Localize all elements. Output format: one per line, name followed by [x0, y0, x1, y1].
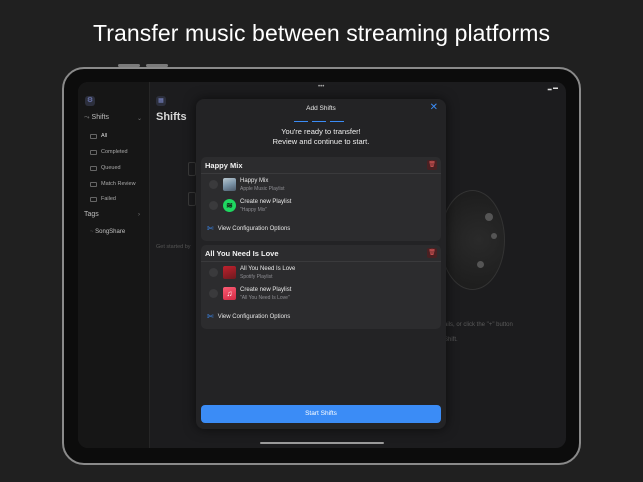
- trash-icon[interactable]: 🗑: [427, 248, 437, 258]
- destination-row[interactable]: ♫ Create new Playlist "All You Need Is L…: [201, 283, 441, 305]
- playlist-artwork: [223, 178, 236, 191]
- wrench-icon: ✄: [207, 312, 214, 321]
- playlist-artwork: [223, 266, 236, 279]
- destination-playlist: "All You Need Is Love": [240, 294, 290, 301]
- modal-title: Add Shifts: [306, 105, 336, 112]
- sidebar-toggle-icon[interactable]: ▦: [156, 96, 166, 106]
- close-icon[interactable]: ✕: [430, 102, 438, 113]
- vinyl-illustration: [440, 190, 505, 290]
- status-indicator: [209, 268, 218, 277]
- folder-icon: [90, 165, 97, 171]
- shifts-icon: ⤳: [84, 114, 92, 121]
- placeholder-shape: [188, 162, 196, 176]
- wrench-icon: ✄: [207, 224, 214, 233]
- spotify-icon: ≋: [223, 199, 236, 212]
- shift-card: All You Need Is Love 🗑 All You Need Is L…: [201, 245, 441, 329]
- source-name: Happy Mix: [240, 178, 269, 184]
- sidebar-section-tags[interactable]: Tags: [84, 211, 99, 218]
- home-indicator[interactable]: [260, 442, 384, 444]
- destination-row[interactable]: ≋ Create new Playlist "Happy Mix": [201, 195, 441, 217]
- source-name: All You Need Is Love: [240, 266, 296, 272]
- card-title: Happy Mix: [205, 161, 243, 170]
- sidebar-item-failed[interactable]: Failed: [90, 195, 116, 203]
- view-config-button[interactable]: ✄ View Configuration Options: [207, 224, 290, 233]
- gear-icon[interactable]: ⚙: [85, 96, 95, 106]
- folder-icon: [90, 181, 97, 187]
- start-shifts-button[interactable]: Start Shifts: [201, 405, 441, 423]
- placeholder-shape: [188, 192, 196, 206]
- sidebar-item-completed[interactable]: Completed: [90, 148, 128, 156]
- add-shifts-modal: Add Shifts ✕ You're ready to transfer! R…: [196, 99, 446, 429]
- modal-header: Add Shifts ✕: [196, 99, 446, 119]
- folder-icon: [90, 149, 97, 155]
- source-row[interactable]: All You Need Is Love Spotify Playlist: [201, 261, 441, 283]
- step-progress: [294, 121, 344, 122]
- destination-playlist: "Happy Mix": [240, 206, 268, 213]
- sidebar-item-match-review[interactable]: Match Review: [90, 180, 136, 188]
- source-type: Spotify Playlist: [240, 273, 273, 280]
- sidebar-item-songshare[interactable]: ~ SongShare: [90, 229, 125, 235]
- shift-card: Happy Mix 🗑 Happy Mix Apple Music Playli…: [201, 157, 441, 241]
- sidebar: ⚙ ⤳ Shifts ⌄ All Completed Queued Match …: [78, 82, 150, 448]
- status-indicator: [209, 289, 218, 298]
- destination-name: Create new Playlist: [240, 287, 292, 293]
- trash-icon[interactable]: 🗑: [427, 160, 437, 170]
- view-config-button[interactable]: ✄ View Configuration Options: [207, 312, 290, 321]
- chevron-down-icon[interactable]: ⌄: [137, 115, 142, 122]
- headline: Transfer music between streaming platfor…: [92, 20, 551, 46]
- ipad-screen: 9:41 AM Tue Jan 9 ••• ▂ ▬ ⚙ ⤳ Shifts ⌄ A…: [78, 82, 566, 448]
- empty-state-text: ails, or click the "+" button Shift.: [444, 322, 513, 343]
- sidebar-section-shifts[interactable]: ⤳ Shifts: [84, 114, 109, 122]
- ready-message: You're ready to transfer! Review and con…: [272, 127, 370, 146]
- status-indicator: [209, 201, 218, 210]
- chevron-right-icon[interactable]: ›: [138, 212, 140, 218]
- folder-icon: [90, 133, 97, 139]
- source-type: Apple Music Playlist: [240, 185, 285, 192]
- destination-name: Create new Playlist: [240, 199, 292, 205]
- page-title: Shifts: [156, 111, 187, 123]
- card-title: All You Need Is Love: [205, 249, 279, 258]
- apple-music-icon: ♫: [223, 287, 236, 300]
- sidebar-item-all[interactable]: All: [90, 132, 107, 140]
- status-indicator: [209, 180, 218, 189]
- sidebar-item-queued[interactable]: Queued: [90, 164, 121, 172]
- empty-hint-text: Get started by: [156, 244, 191, 250]
- folder-icon: [90, 196, 97, 202]
- source-row[interactable]: Happy Mix Apple Music Playlist: [201, 173, 441, 195]
